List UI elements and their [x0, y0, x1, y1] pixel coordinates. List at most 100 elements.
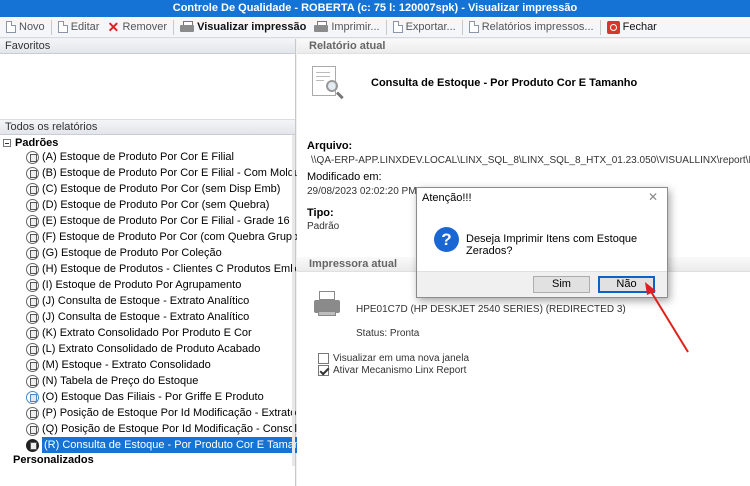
tree-item-report[interactable]: (K) Extrato Consolidado Por Produto E Co…: [0, 325, 295, 341]
tree-item-report[interactable]: (L) Extrato Consolidado de Produto Acaba…: [0, 341, 295, 357]
tree-item-report[interactable]: (E) Estoque de Produto Por Cor E Filial …: [0, 213, 295, 229]
printer-name: HPE01C7D (HP DESKJET 2540 SERIES) (REDIR…: [356, 304, 626, 315]
tree-item-label: (J) Consulta de Estoque - Extrato Analít…: [42, 311, 250, 323]
tree-item-report[interactable]: (P) Posição de Estoque Por Id Modificaçã…: [0, 405, 297, 421]
toolbar-separator: [599, 19, 601, 35]
remover-button[interactable]: ✕ Remover: [103, 18, 171, 37]
favoritos-list[interactable]: [0, 54, 295, 120]
printer-status: Status: Pronta: [356, 328, 420, 339]
printer-icon: [314, 291, 340, 319]
remover-label: Remover: [122, 21, 168, 33]
tree-item-label: (E) Estoque de Produto Por Cor E Filial …: [42, 215, 290, 227]
new-document-icon: [6, 21, 16, 33]
report-icon: [26, 262, 39, 276]
collapse-icon[interactable]: [3, 139, 11, 147]
report-icon: [26, 246, 39, 260]
checkbox-label: Ativar Mecanismo Linx Report: [333, 365, 467, 376]
modificado-value: 29/08/2023 02:02:20 PM: [307, 186, 417, 197]
tree-item-report[interactable]: (F) Estoque de Produto Por Cor (com Queb…: [0, 229, 302, 245]
tree-group-personalizados[interactable]: Personalizados: [0, 454, 295, 466]
left-pane: Favoritos Todos os relatórios Padrões (A…: [0, 39, 329, 486]
tree-item-label: (H) Estoque de Produtos - Clientes C Pro…: [42, 263, 329, 275]
tree-item-report[interactable]: (D) Estoque de Produto Por Cor (sem Queb…: [0, 197, 295, 213]
tree-item-label: (Q) Posição de Estoque Por Id Modificaçã…: [42, 423, 324, 435]
remove-icon: ✕: [107, 18, 120, 35]
export-icon: [392, 21, 403, 33]
report-icon: [26, 278, 39, 292]
toolbar: Novo Editar ✕ Remover Visualizar impress…: [0, 17, 750, 38]
exportar-label: Exportar...: [405, 21, 456, 33]
tree-item-report[interactable]: (J) Consulta de Estoque - Extrato Analít…: [0, 293, 295, 309]
chk-ativar-linx-report[interactable]: Ativar Mecanismo Linx Report: [318, 365, 466, 376]
tree-item-report[interactable]: (M) Estoque - Extrato Consolidado: [0, 357, 295, 373]
imprimir-button[interactable]: Imprimir...: [310, 18, 383, 37]
report-title: Consulta de Estoque - Por Produto Cor E …: [371, 77, 638, 89]
report-icon: [26, 406, 39, 420]
relatorios-label: Relatórios impressos...: [481, 21, 594, 33]
tree-item-label: (N) Tabela de Preço do Estoque: [42, 375, 199, 387]
fechar-label: Fechar: [622, 21, 657, 33]
toolbar-separator: [50, 19, 52, 35]
tipo-label: Tipo:: [307, 207, 334, 219]
editar-button[interactable]: Editar: [54, 18, 104, 37]
tree-group-padroes[interactable]: Padrões: [0, 137, 295, 149]
sim-button[interactable]: Sim: [533, 276, 590, 293]
novo-button[interactable]: Novo: [2, 18, 49, 37]
checkbox-box[interactable]: [318, 353, 329, 364]
fechar-button[interactable]: Fechar: [603, 18, 661, 37]
report-icon: [26, 390, 39, 404]
relatorios-impressos-button[interactable]: Relatórios impressos...: [465, 18, 598, 37]
todos-relatorios-header: Todos os relatórios: [0, 120, 295, 135]
report-icon: [26, 214, 39, 228]
tree-item-report[interactable]: (G) Estoque de Produto Por Coleção: [0, 245, 295, 261]
scrollbar[interactable]: [292, 135, 295, 466]
dialog-title: Atenção!!!: [422, 192, 472, 204]
report-icon: [26, 342, 39, 356]
tree-item-label: (F) Estoque de Produto Por Cor (com Queb…: [42, 231, 302, 243]
tree-item-label: (I) Estoque de Produto Por Agrupamento: [42, 279, 242, 291]
tree-item-report[interactable]: (H) Estoque de Produtos - Clientes C Pro…: [0, 261, 329, 277]
tree-item-label: (A) Estoque de Produto Por Cor E Filial: [42, 151, 234, 163]
tree-item-report[interactable]: (B) Estoque de Produto Por Cor E Filial …: [0, 165, 310, 181]
tree-item-report[interactable]: (Q) Posição de Estoque Por Id Modificaçã…: [0, 421, 324, 437]
checkbox-box-checked[interactable]: [318, 365, 329, 376]
report-icon: [26, 230, 39, 244]
arquivo-value: \\QA-ERP-APP.LINXDEV.LOCAL\LINX_SQL_8\LI…: [311, 155, 750, 166]
tree-item-report[interactable]: (J) Consulta de Estoque - Extrato Analít…: [0, 309, 295, 325]
tree-item-report[interactable]: (R) Consulta de Estoque - Por Produto Co…: [0, 437, 315, 453]
visualizar-label: Visualizar impressão: [197, 21, 307, 33]
imprimir-label: Imprimir...: [331, 21, 380, 33]
editar-label: Editar: [70, 21, 100, 33]
tree-item-label: (L) Extrato Consolidado de Produto Acaba…: [42, 343, 261, 355]
edit-icon: [57, 21, 68, 33]
reports-tree: Padrões (A) Estoque de Produto Por Cor E…: [0, 135, 329, 466]
report-document-icon: [312, 66, 346, 100]
tree-item-label: (P) Posição de Estoque Por Id Modificaçã…: [42, 407, 297, 419]
dialog-message: Deseja Imprimir Itens com Estoque Zerado…: [466, 233, 638, 257]
report-icon: [26, 422, 39, 436]
tree-item-label: (J) Consulta de Estoque - Extrato Analít…: [42, 295, 250, 307]
printer-icon: [314, 21, 329, 33]
tree-item-report[interactable]: (C) Estoque de Produto Por Cor (sem Disp…: [0, 181, 295, 197]
tree-item-report[interactable]: (I) Estoque de Produto Por Agrupamento: [0, 277, 295, 293]
dialog-close-button[interactable]: ✕: [648, 190, 658, 204]
tree-item-label: (M) Estoque - Extrato Consolidado: [42, 359, 211, 371]
tree-item-report[interactable]: (O) Estoque Das Filiais - Por Griffe E P…: [0, 389, 295, 405]
chk-visualizar-nova-janela[interactable]: Visualizar em uma nova janela: [318, 353, 469, 364]
tipo-value: Padrão: [307, 221, 340, 232]
nao-button[interactable]: Não: [598, 276, 655, 293]
modificado-label: Modificado em:: [307, 171, 382, 183]
visualizar-impressao-button[interactable]: Visualizar impressão: [176, 18, 310, 37]
tree-item-label: (G) Estoque de Produto Por Coleção: [42, 247, 222, 259]
report-icon: [26, 358, 39, 372]
tree-item-report[interactable]: (A) Estoque de Produto Por Cor E Filial: [0, 149, 295, 165]
tree-item-report[interactable]: (N) Tabela de Preço do Estoque: [0, 373, 295, 389]
dialog-footer: Sim Não: [417, 271, 667, 297]
tree-item-label: (O) Estoque Das Filiais - Por Griffe E P…: [42, 391, 264, 403]
confirm-dialog: Atenção!!! ✕ ? Deseja Imprimir Itens com…: [416, 187, 668, 298]
tree-item-label: (D) Estoque de Produto Por Cor (sem Queb…: [42, 199, 270, 211]
group-label: Personalizados: [13, 454, 94, 466]
report-icon: [26, 166, 39, 180]
exportar-button[interactable]: Exportar...: [389, 18, 460, 37]
printed-reports-icon: [468, 21, 479, 33]
